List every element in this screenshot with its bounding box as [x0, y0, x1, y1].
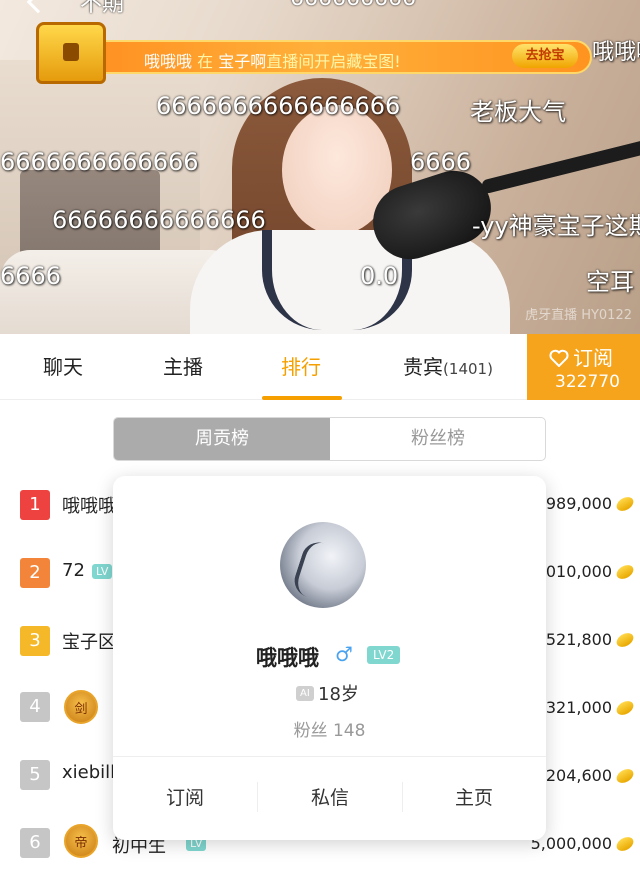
- subscribe-button[interactable]: 订阅 322770: [527, 334, 640, 400]
- danmu-item: 66666666666666: [52, 206, 266, 234]
- emperor-badge-icon: 帝: [64, 824, 98, 858]
- tab-chat-label: 聊天: [43, 355, 83, 379]
- danmu-item: 老板大气: [470, 98, 566, 126]
- subscribe-count: 322770: [555, 372, 620, 392]
- banner-tail: 哦哦哦: [592, 40, 640, 65]
- tab-chat[interactable]: 聊天: [20, 334, 106, 400]
- age-tag: AI: [296, 686, 314, 701]
- gold-bean-icon: [614, 698, 636, 718]
- card-message-button[interactable]: 私信: [258, 756, 402, 840]
- badge-glyph: 帝: [74, 836, 88, 851]
- danmu-item: 0.0: [360, 262, 399, 290]
- level-badge: LV: [92, 564, 113, 579]
- banner-message: 哦哦哦 在 宝子啊直播间开启藏宝图!: [144, 48, 401, 72]
- banner-host: 宝子啊: [218, 52, 267, 71]
- banner-end: 直播间开启藏宝图!: [266, 52, 401, 71]
- danmu-item: 空耳: [586, 268, 634, 296]
- contribution-score: ,204,600: [540, 766, 612, 785]
- top-title-fragment: 不期: [80, 0, 125, 17]
- tab-active-indicator: [262, 396, 342, 400]
- contribution-score: ,321,000: [540, 698, 612, 717]
- banner-user: 哦哦哦: [144, 52, 193, 71]
- back-arrow-icon[interactable]: [26, 0, 50, 14]
- profile-level-badge: LV2: [367, 646, 401, 664]
- contribution-score: ,521,800: [540, 630, 612, 649]
- mic-arm: [480, 139, 640, 195]
- gold-bean-icon: [614, 630, 636, 650]
- sword-badge-icon: 剑: [64, 690, 98, 724]
- danmu-item: 6666: [410, 148, 472, 176]
- male-icon: ♂: [335, 642, 353, 666]
- tab-streamer-label: 主播: [163, 355, 203, 379]
- banner-mid: 在: [197, 52, 214, 71]
- user-profile-card: 哦哦哦 ♂ LV2 AI 18岁 粉丝 148 订阅 私信 主页: [113, 476, 546, 840]
- rank-number: 2: [20, 558, 50, 588]
- tab-streamer[interactable]: 主播: [140, 334, 226, 400]
- contribution-score: ,989,000: [540, 494, 612, 513]
- live-video[interactable]: 不期 666666666 哦哦哦 在 宝子啊直播间开启藏宝图! 去抢宝 哦哦哦 …: [0, 0, 640, 334]
- profile-age: 18岁: [318, 684, 359, 705]
- rank-number: 3: [20, 626, 50, 656]
- avatar[interactable]: [280, 522, 366, 608]
- top-danmu-fragment: 666666666: [290, 0, 416, 11]
- username: 哦哦哦: [62, 496, 116, 517]
- tab-vip-label: 贵宾: [403, 355, 444, 379]
- segment-weekly[interactable]: 周贡榜: [114, 418, 330, 460]
- gold-bean-icon: [614, 834, 636, 854]
- tab-ranking[interactable]: 排行: [258, 334, 344, 400]
- ranking-segment: 周贡榜 粉丝榜: [113, 417, 546, 461]
- rank-number: 6: [20, 828, 50, 858]
- heart-plus-icon: [549, 348, 569, 368]
- gold-bean-icon: [614, 562, 636, 582]
- danmu-item: -yy神豪宝子这期: [472, 212, 640, 240]
- segment-fans[interactable]: 粉丝榜: [330, 418, 545, 460]
- tab-vip-count: (1401): [443, 360, 493, 378]
- card-subscribe-button[interactable]: 订阅: [113, 756, 257, 840]
- rank-number: 5: [20, 760, 50, 790]
- stream-watermark: 虎牙直播 HY0122: [525, 308, 632, 323]
- treasure-chest-icon: [36, 22, 106, 84]
- grab-treasure-button[interactable]: 去抢宝: [512, 44, 578, 68]
- card-homepage-button[interactable]: 主页: [402, 756, 546, 840]
- gold-bean-icon: [614, 766, 636, 786]
- username: 宝子区: [62, 632, 116, 653]
- danmu-item: 6666666666666666: [156, 92, 401, 120]
- gold-bean-icon: [614, 494, 636, 514]
- rank-number: 1: [20, 490, 50, 520]
- username: xiebill: [62, 762, 116, 783]
- danmu-item: 6666666666666: [0, 148, 199, 176]
- tab-ranking-label: 排行: [281, 355, 321, 379]
- profile-fans: 粉丝 148: [293, 721, 366, 741]
- profile-name: 哦哦哦: [256, 646, 319, 670]
- subscribe-label-line: 订阅: [549, 342, 613, 371]
- danmu-item: 6666: [0, 262, 62, 290]
- tab-vip[interactable]: 贵宾(1401): [386, 334, 510, 400]
- rank-number: 4: [20, 692, 50, 722]
- subscribe-label: 订阅: [573, 346, 613, 370]
- username: 72: [62, 560, 85, 581]
- contribution-score: ,010,000: [540, 562, 612, 581]
- badge-glyph: 剑: [74, 702, 88, 717]
- treasure-banner[interactable]: 哦哦哦 在 宝子啊直播间开启藏宝图!: [44, 40, 592, 74]
